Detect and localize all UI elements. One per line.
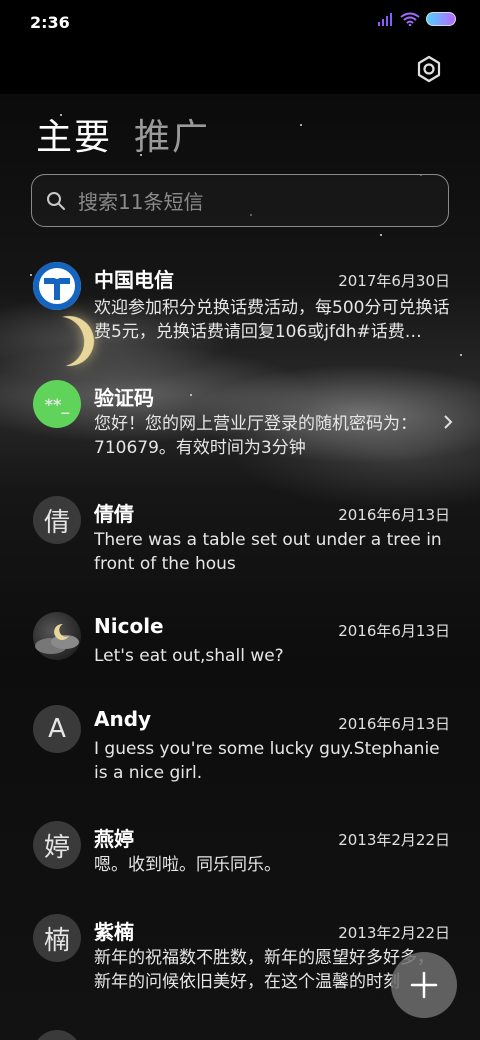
chevron-right-icon [444, 415, 453, 429]
message-item[interactable]: A Andy 2016年6月13日 I guess you're some lu… [0, 705, 480, 805]
search-placeholder: 搜索11条短信 [78, 190, 204, 214]
status-time: 2:36 [30, 12, 70, 32]
contact-name: Andy [94, 707, 152, 731]
gear-icon [417, 55, 441, 83]
message-date: 2013年2月22日 [338, 924, 450, 942]
night-sky-photo-icon [35, 623, 79, 654]
avatar: 倩 [33, 496, 81, 544]
message-date: 2016年6月13日 [338, 622, 450, 640]
signal-icon [378, 13, 392, 26]
message-date: 2013年2月22日 [338, 831, 450, 849]
battery-icon [426, 12, 456, 26]
message-date: 2016年6月13日 [338, 506, 450, 524]
tab-primary[interactable]: 主要 [36, 108, 112, 160]
avatar: 婷 [33, 821, 81, 869]
message-preview: I guess you're some lucky guy.Stephanie … [94, 739, 440, 783]
message-preview: Let's eat out,shall we? [94, 646, 284, 666]
message-item[interactable]: Nicole 2016年6月13日 Let's eat out,shall we… [0, 612, 480, 682]
message-item[interactable]: 倩 倩倩 2016年6月13日 There was a table set ou… [0, 496, 480, 596]
message-date: 2016年6月13日 [338, 715, 450, 733]
message-item[interactable]: **_ 验证码 您好！您的网上营业厅登录的随机密码为：710679。有效时间为3… [0, 380, 480, 480]
contact-name: 验证码 [94, 386, 154, 410]
message-preview: 嗯。收到啦。同乐同乐。 [94, 855, 281, 875]
message-preview: 您好！您的网上营业厅登录的随机密码为：710679。有效时间为3分钟 [94, 414, 417, 458]
message-preview: 欢迎参加积分兑换话费活动，每500分可兑换话费5元，兑换话费请回复106或jfd… [94, 298, 450, 342]
contact-name: 紫楠 [94, 920, 134, 944]
contact-name: Nicole [94, 614, 164, 638]
tab-bar: 主要 推广 [36, 108, 210, 160]
message-item[interactable]: 中国电信 2017年6月30日 欢迎参加积分兑换话费活动，每500分可兑换话费5… [0, 262, 480, 362]
avatar [33, 612, 81, 660]
message-date: 2017年6月30日 [338, 272, 450, 290]
avatar: 楠 [33, 914, 81, 962]
new-message-button[interactable] [391, 952, 457, 1018]
search-icon [47, 191, 65, 210]
telecom-logo-icon [33, 262, 81, 310]
contact-name: 燕婷 [94, 827, 134, 851]
avatar: **_ [33, 380, 81, 428]
search-input[interactable]: 搜索11条短信 [31, 174, 449, 227]
plus-icon [410, 971, 438, 999]
contact-name: 倩倩 [94, 502, 134, 526]
message-preview: There was a table set out under a tree i… [94, 530, 442, 574]
tab-promotions[interactable]: 推广 [134, 108, 210, 160]
status-icons [378, 12, 456, 26]
avatar: A [33, 705, 81, 753]
message-item[interactable]: 婷 燕婷 2013年2月22日 嗯。收到啦。同乐同乐。 [0, 821, 480, 891]
settings-button[interactable] [414, 54, 444, 84]
contact-name: 中国电信 [94, 268, 174, 292]
avatar [33, 262, 81, 310]
wifi-icon [400, 12, 420, 26]
